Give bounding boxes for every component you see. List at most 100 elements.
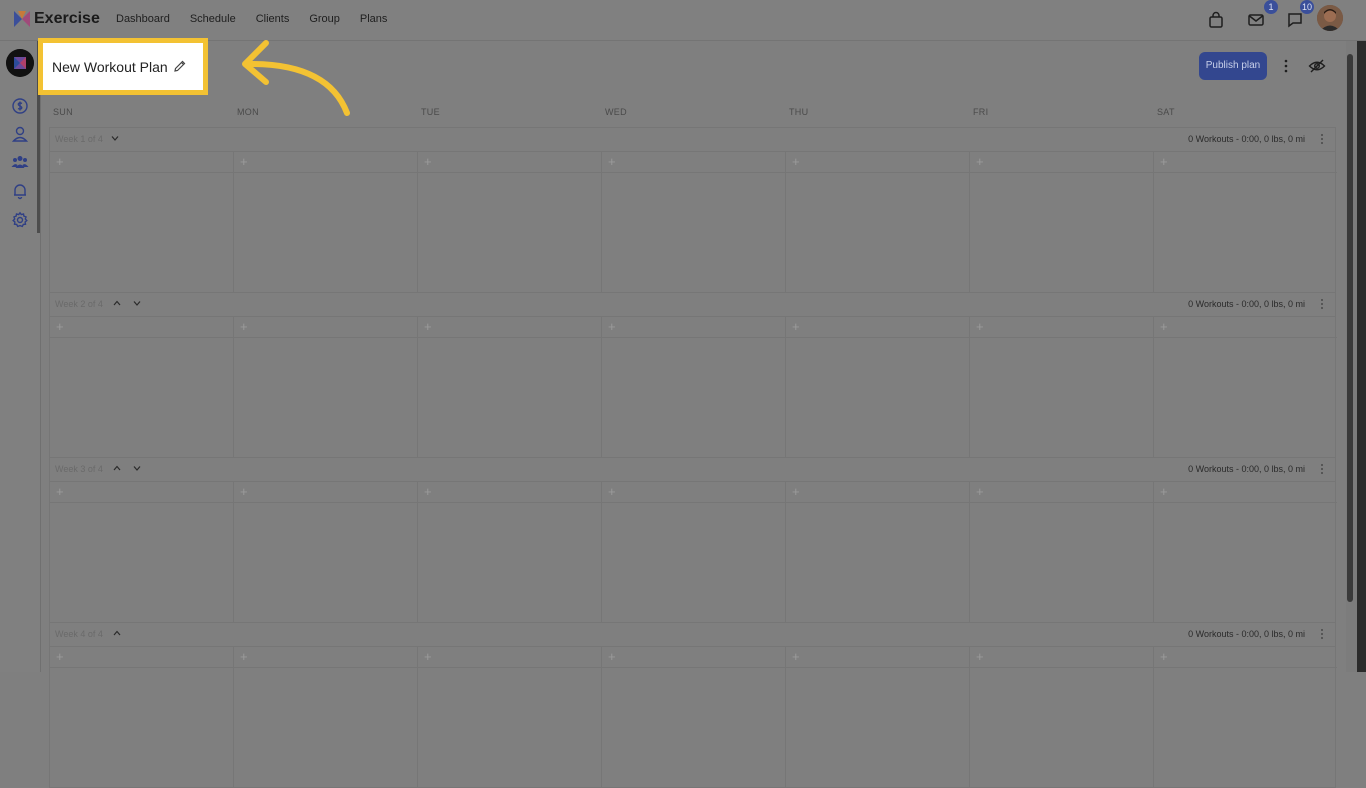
add-workout-button[interactable]: + [56,485,64,498]
bell-icon[interactable] [11,182,29,200]
day-cell-tue[interactable]: + [418,481,602,622]
day-cell-thu[interactable]: + [786,481,970,622]
day-cell-sat[interactable]: + [1154,646,1337,787]
add-workout-row[interactable]: + [50,646,233,668]
week-options-icon[interactable] [1319,133,1325,145]
add-workout-row[interactable]: + [970,481,1153,503]
chat-icon[interactable] [1286,11,1304,29]
plan-title[interactable]: New Workout Plan [52,59,168,75]
add-workout-button[interactable]: + [424,320,432,333]
add-workout-button[interactable]: + [608,155,616,168]
week-options-icon[interactable] [1319,628,1325,640]
publish-plan-button[interactable]: Publish plan [1199,52,1267,80]
add-workout-button[interactable]: + [424,650,432,663]
add-workout-row[interactable]: + [50,151,233,173]
day-cell-tue[interactable]: + [418,316,602,457]
add-workout-button[interactable]: + [792,155,800,168]
day-cell-tue[interactable]: + [418,646,602,787]
add-workout-row[interactable]: + [418,151,601,173]
chevron-down-icon[interactable] [110,133,120,143]
add-workout-button[interactable]: + [608,320,616,333]
dollar-circle-icon[interactable] [11,97,29,115]
day-cell-sat[interactable]: + [1154,151,1337,292]
users-icon[interactable] [11,153,29,171]
add-workout-row[interactable]: + [418,316,601,338]
day-cell-mon[interactable]: + [234,481,418,622]
add-workout-button[interactable]: + [240,485,248,498]
add-workout-button[interactable]: + [792,320,800,333]
add-workout-button[interactable]: + [976,320,984,333]
add-workout-button[interactable]: + [976,485,984,498]
nav-schedule[interactable]: Schedule [190,13,236,25]
add-workout-row[interactable]: + [50,316,233,338]
day-cell-sun[interactable]: + [50,481,234,622]
add-workout-button[interactable]: + [976,650,984,663]
add-workout-button[interactable]: + [1160,650,1168,663]
day-cell-mon[interactable]: + [234,316,418,457]
add-workout-button[interactable]: + [240,320,248,333]
add-workout-button[interactable]: + [240,155,248,168]
gear-icon[interactable] [11,211,29,229]
add-workout-button[interactable]: + [1160,155,1168,168]
day-cell-wed[interactable]: + [602,316,786,457]
day-cell-mon[interactable]: + [234,151,418,292]
add-workout-button[interactable]: + [608,650,616,663]
more-options-icon[interactable] [1280,58,1292,74]
chevron-up-icon[interactable] [112,298,122,308]
day-cell-thu[interactable]: + [786,151,970,292]
add-workout-row[interactable]: + [418,481,601,503]
add-workout-row[interactable]: + [602,646,785,668]
add-workout-button[interactable]: + [608,485,616,498]
shopping-bag-icon[interactable] [1207,11,1225,29]
scroll-thumb[interactable] [1347,54,1353,602]
add-workout-button[interactable]: + [56,155,64,168]
chevron-down-icon[interactable] [132,298,142,308]
day-cell-thu[interactable]: + [786,316,970,457]
brand-avatar-icon[interactable] [6,49,34,77]
app-logo-icon[interactable] [12,9,32,29]
nav-dashboard[interactable]: Dashboard [116,13,170,25]
week-options-icon[interactable] [1319,463,1325,475]
app-brand[interactable]: Exercise [34,10,100,28]
nav-clients[interactable]: Clients [256,13,290,25]
add-workout-button[interactable]: + [424,485,432,498]
chevron-up-icon[interactable] [112,463,122,473]
add-workout-row[interactable]: + [50,481,233,503]
add-workout-row[interactable]: + [234,316,417,338]
add-workout-row[interactable]: + [1154,151,1337,173]
add-workout-row[interactable]: + [1154,481,1337,503]
week-options-icon[interactable] [1319,298,1325,310]
scroll-track[interactable] [1357,41,1366,672]
nav-plans[interactable]: Plans [360,13,388,25]
add-workout-row[interactable]: + [602,151,785,173]
day-cell-sat[interactable]: + [1154,316,1337,457]
eye-off-icon[interactable] [1308,57,1326,75]
user-icon[interactable] [11,125,29,143]
avatar[interactable] [1317,5,1343,31]
add-workout-row[interactable]: + [786,481,969,503]
day-cell-fri[interactable]: + [970,646,1154,787]
add-workout-button[interactable]: + [976,155,984,168]
add-workout-button[interactable]: + [1160,320,1168,333]
add-workout-row[interactable]: + [1154,646,1337,668]
add-workout-row[interactable]: + [786,316,969,338]
add-workout-button[interactable]: + [792,485,800,498]
day-cell-tue[interactable]: + [418,151,602,292]
add-workout-row[interactable]: + [418,646,601,668]
add-workout-button[interactable]: + [792,650,800,663]
day-cell-sun[interactable]: + [50,316,234,457]
add-workout-button[interactable]: + [56,320,64,333]
add-workout-button[interactable]: + [1160,485,1168,498]
add-workout-row[interactable]: + [234,646,417,668]
add-workout-row[interactable]: + [970,151,1153,173]
chevron-down-icon[interactable] [132,463,142,473]
day-cell-wed[interactable]: + [602,481,786,622]
add-workout-row[interactable]: + [786,151,969,173]
day-cell-wed[interactable]: + [602,646,786,787]
add-workout-row[interactable]: + [234,481,417,503]
add-workout-row[interactable]: + [602,316,785,338]
chevron-up-icon[interactable] [112,628,122,638]
day-cell-fri[interactable]: + [970,481,1154,622]
day-cell-mon[interactable]: + [234,646,418,787]
day-cell-wed[interactable]: + [602,151,786,292]
